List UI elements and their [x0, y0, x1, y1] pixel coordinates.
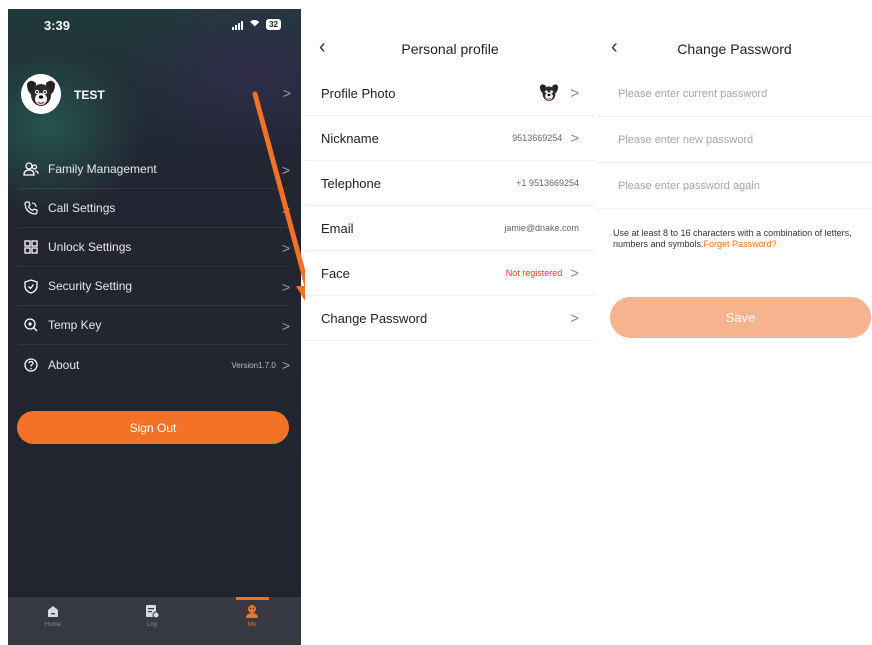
save-button[interactable]: Save — [610, 297, 871, 338]
menu-item-label: About — [48, 357, 80, 372]
shield-icon — [23, 278, 39, 294]
home-icon — [46, 604, 60, 618]
tab-me[interactable]: Me — [222, 597, 282, 645]
tab-label: Me — [247, 622, 257, 628]
profile-photo-row[interactable]: Profile Photo > — [305, 71, 595, 116]
row-label: Email — [321, 220, 354, 236]
telephone-value: +1 9513669254 — [516, 178, 579, 188]
menu-item-label: Call Settings — [48, 201, 116, 215]
chevron-right-icon: > — [570, 129, 579, 147]
menu-item-about[interactable]: About Version1.7.0 > — [18, 345, 290, 384]
signal-icon — [232, 20, 244, 30]
row-label: Face — [321, 265, 350, 281]
nickname-value: 9513669254 — [512, 133, 563, 143]
chevron-right-icon: > — [570, 309, 579, 327]
me-icon — [245, 604, 259, 618]
tab-home[interactable]: Home — [23, 597, 83, 645]
change-password-row[interactable]: Change Password > — [305, 296, 595, 341]
avatar — [21, 74, 61, 114]
face-status: Not registered — [505, 268, 563, 278]
chevron-right-icon: > — [281, 162, 290, 178]
email-row: Email jamie@dnake.com — [305, 206, 595, 251]
tab-log[interactable]: Log — [122, 597, 182, 645]
battery-icon: 32 — [266, 19, 281, 30]
menu-item-family-management[interactable]: Family Management > — [18, 150, 290, 189]
menu-item-call-settings[interactable]: Call Settings > — [18, 189, 290, 228]
chevron-right-icon: > — [281, 279, 290, 295]
menu-item-temp-key[interactable]: Temp Key > — [18, 306, 290, 345]
dog-avatar-icon — [540, 84, 559, 101]
chevron-right-icon: > — [570, 264, 579, 282]
status-time: 3:39 — [44, 18, 71, 33]
telephone-row: Telephone +1 9513669254 — [305, 161, 595, 206]
bottom-tab-bar: Home Log Me — [8, 597, 301, 645]
back-arrow-icon[interactable]: ‹ — [611, 36, 618, 58]
family-icon — [23, 161, 39, 177]
key-search-icon — [23, 317, 39, 333]
dog-avatar-icon — [21, 74, 61, 114]
sign-out-button[interactable]: Sign Out — [17, 411, 289, 444]
row-label: Profile Photo — [321, 85, 396, 101]
chevron-right-icon: > — [282, 85, 291, 101]
me-screen: 3:39 32 TEST > Family Management > Call … — [8, 9, 301, 645]
forget-password-link[interactable]: Forget Password? — [704, 239, 777, 249]
tab-label: Log — [146, 622, 157, 628]
tab-label: Home — [44, 622, 61, 628]
app-version: Version1.7.0 — [231, 360, 276, 370]
confirm-password-input[interactable] — [618, 179, 872, 192]
page-title: Personal profile — [401, 41, 499, 57]
log-icon — [145, 604, 160, 619]
page-title: Change Password — [677, 41, 792, 57]
menu-item-label: Security Setting — [48, 279, 133, 293]
profile-row[interactable]: TEST > — [21, 74, 291, 116]
chevron-right-icon: > — [570, 84, 579, 102]
menu-item-label: Temp Key — [48, 318, 102, 332]
menu-item-label: Unlock Settings — [48, 240, 132, 254]
menu-item-security-setting[interactable]: Security Setting > — [18, 267, 290, 306]
status-bar: 3:39 32 — [8, 9, 301, 41]
chevron-right-icon: > — [281, 357, 290, 373]
row-label: Nickname — [321, 130, 379, 146]
profile-name: TEST — [74, 88, 105, 102]
confirm-password-field — [597, 163, 872, 209]
row-label: Telephone — [321, 175, 381, 191]
phone-icon — [23, 200, 39, 216]
question-icon — [23, 357, 39, 373]
menu-item-unlock-settings[interactable]: Unlock Settings > — [18, 228, 290, 267]
password-hint: Use at least 8 to 16 characters with a c… — [613, 228, 863, 250]
settings-menu: Family Management > Call Settings > Unlo… — [18, 150, 290, 384]
new-password-input[interactable] — [618, 133, 872, 146]
new-password-field — [597, 117, 872, 163]
current-password-input[interactable] — [618, 87, 872, 100]
email-value: jamie@dnake.com — [504, 223, 579, 233]
chevron-right-icon: > — [281, 201, 290, 217]
change-password-screen: ‹ Change Password Use at least 8 to 16 c… — [597, 27, 872, 347]
chevron-right-icon: > — [281, 318, 290, 334]
current-password-field — [597, 71, 872, 117]
face-row[interactable]: Face Not registered > — [305, 251, 595, 296]
row-label: Change Password — [321, 310, 428, 326]
menu-item-label: Family Management — [48, 162, 157, 176]
grid-icon — [23, 239, 39, 255]
personal-profile-screen: ‹ Personal profile Profile Photo > Nickn… — [305, 27, 595, 347]
nav-bar: ‹ Personal profile — [305, 27, 595, 71]
nav-bar: ‹ Change Password — [597, 27, 872, 71]
nickname-row[interactable]: Nickname 9513669254 > — [305, 116, 595, 161]
chevron-right-icon: > — [281, 240, 290, 256]
wifi-icon — [248, 20, 262, 33]
screenshot-canvas: 3:39 32 TEST > Family Management > Call … — [0, 0, 872, 645]
back-arrow-icon[interactable]: ‹ — [319, 36, 326, 58]
